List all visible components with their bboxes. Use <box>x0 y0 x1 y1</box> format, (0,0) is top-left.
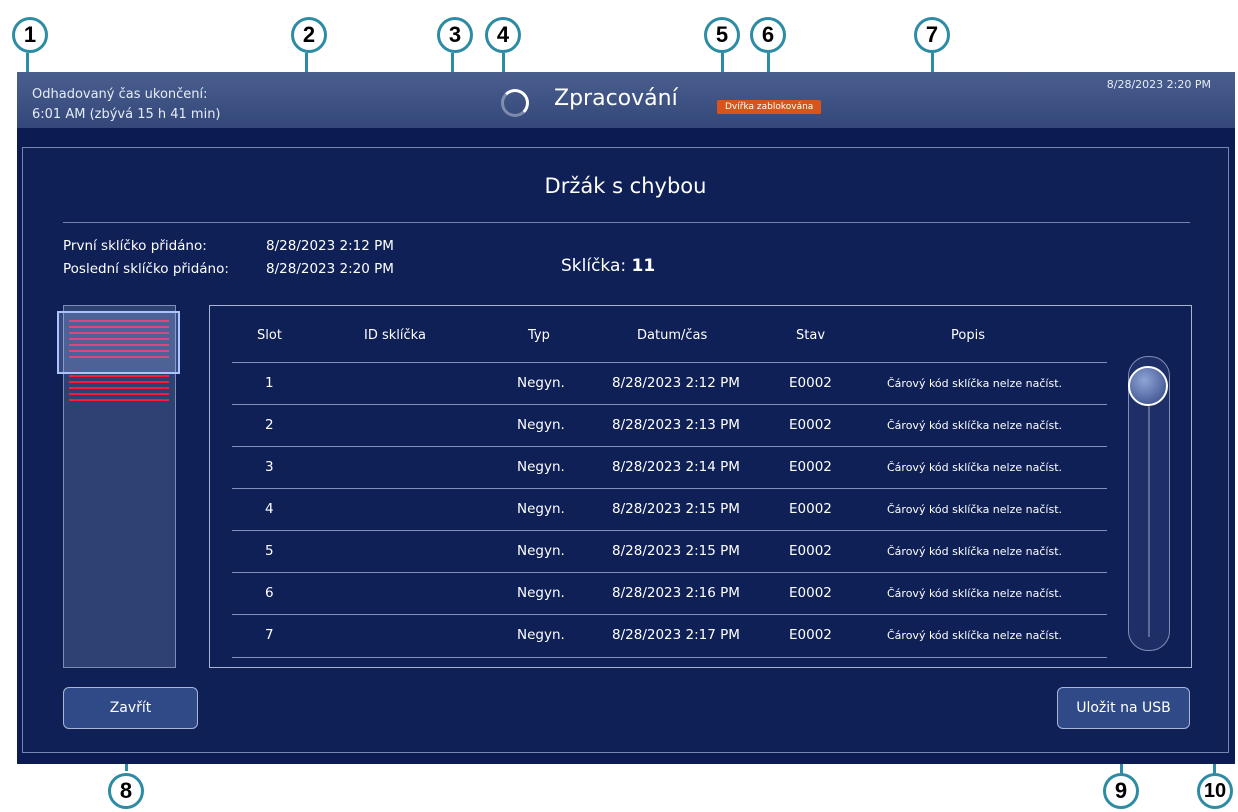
estimated-finish: Odhadovaný čas ukončení: 6:01 AM (zbývá … <box>32 85 221 125</box>
callout-marker-8: 8 <box>108 773 144 809</box>
callout-marker-1: 1 <box>12 17 48 53</box>
cell-slot: 7 <box>265 627 274 643</box>
column-header-slot: Slot <box>257 328 282 343</box>
cell-description: Čárový kód sklíčka nelze načíst. <box>887 461 1063 474</box>
cell-slot: 2 <box>265 417 274 433</box>
cell-type: Negyn. <box>517 375 565 391</box>
column-header-description: Popis <box>951 328 985 343</box>
callout-marker-5: 5 <box>704 17 740 53</box>
rack-visible-range-highlight <box>57 311 180 374</box>
cell-datetime: 8/28/2023 2:15 PM <box>612 543 740 559</box>
cell-description: Čárový kód sklíčka nelze načíst. <box>887 629 1063 642</box>
rack-error-dialog: Držák s chybou První sklíčko přidáno: 8/… <box>22 147 1229 753</box>
device-screen: Odhadovaný čas ukončení: 6:01 AM (zbývá … <box>17 72 1235 764</box>
table-row[interactable]: 6 Negyn. 8/28/2023 2:16 PM E0002 Čárový … <box>232 572 1107 615</box>
slide-count-label: Sklíčka: <box>561 256 627 276</box>
cell-description: Čárový kód sklíčka nelze načíst. <box>887 503 1063 516</box>
column-header-type: Typ <box>528 328 550 343</box>
scrollbar-groove <box>1148 401 1150 637</box>
save-to-usb-button[interactable]: Uložit na USB <box>1057 687 1190 729</box>
table-row[interactable]: 5 Negyn. 8/28/2023 2:15 PM E0002 Čárový … <box>232 530 1107 573</box>
table-row[interactable]: 3 Negyn. 8/28/2023 2:14 PM E0002 Čárový … <box>232 446 1107 489</box>
close-button[interactable]: Zavřít <box>63 687 198 729</box>
callout-marker-6: 6 <box>750 17 786 53</box>
rack-diagram[interactable] <box>57 305 180 668</box>
cell-description: Čárový kód sklíčka nelze načíst. <box>887 545 1063 558</box>
rack-slot <box>69 387 169 389</box>
rack-slot <box>69 393 169 395</box>
cell-slot: 1 <box>265 375 274 391</box>
cell-type: Negyn. <box>517 417 565 433</box>
column-header-slide-id: ID sklíčka <box>364 328 426 343</box>
column-header-status: Stav <box>796 328 826 343</box>
processing-spinner-icon <box>501 89 529 117</box>
cell-type: Negyn. <box>517 459 565 475</box>
callout-marker-7: 7 <box>914 17 950 53</box>
cell-description: Čárový kód sklíčka nelze načíst. <box>887 419 1063 432</box>
divider <box>63 222 1190 223</box>
cell-slot: 4 <box>265 501 274 517</box>
cell-datetime: 8/28/2023 2:16 PM <box>612 585 740 601</box>
slide-count: Sklíčka: 11 <box>561 256 655 276</box>
callout-marker-9: 9 <box>1103 773 1139 809</box>
table-row[interactable]: 2 Negyn. 8/28/2023 2:13 PM E0002 Čárový … <box>232 404 1107 447</box>
table-row[interactable]: 7 Negyn. 8/28/2023 2:17 PM E0002 Čárový … <box>232 614 1107 658</box>
slide-count-value: 11 <box>631 256 656 276</box>
rack-slot <box>69 399 169 401</box>
cell-status: E0002 <box>789 417 832 433</box>
rack-slot <box>69 375 169 377</box>
rack-slot <box>69 381 169 383</box>
cell-type: Negyn. <box>517 585 565 601</box>
callout-marker-2: 2 <box>291 17 327 53</box>
table-row[interactable]: 4 Negyn. 8/28/2023 2:15 PM E0002 Čárový … <box>232 488 1107 531</box>
cell-type: Negyn. <box>517 501 565 517</box>
cell-status: E0002 <box>789 585 832 601</box>
estimated-finish-label: Odhadovaný čas ukončení: <box>32 87 208 102</box>
first-slide-value: 8/28/2023 2:12 PM <box>266 238 394 254</box>
cell-slot: 3 <box>265 459 274 475</box>
callout-marker-4: 4 <box>485 17 521 53</box>
cell-status: E0002 <box>789 501 832 517</box>
cell-datetime: 8/28/2023 2:15 PM <box>612 501 740 517</box>
cell-datetime: 8/28/2023 2:17 PM <box>612 627 740 643</box>
error-slide-table: Slot ID sklíčka Typ Datum/čas Stav Popis… <box>209 305 1192 668</box>
cell-status: E0002 <box>789 459 832 475</box>
page-title: Zpracování <box>554 86 678 111</box>
cell-slot: 6 <box>265 585 274 601</box>
cell-datetime: 8/28/2023 2:12 PM <box>612 375 740 391</box>
cell-status: E0002 <box>789 375 832 391</box>
last-slide-label: Poslední sklíčko přidáno: <box>63 261 229 277</box>
callout-marker-3: 3 <box>437 17 473 53</box>
cell-datetime: 8/28/2023 2:13 PM <box>612 417 740 433</box>
status-bar: Odhadovaný čas ukončení: 6:01 AM (zbývá … <box>17 72 1235 128</box>
cell-slot: 5 <box>265 543 274 559</box>
column-header-datetime: Datum/čas <box>637 328 708 343</box>
dialog-title: Držák s chybou <box>544 174 707 198</box>
cell-description: Čárový kód sklíčka nelze načíst. <box>887 587 1063 600</box>
system-clock: 8/28/2023 2:20 PM <box>1106 78 1211 91</box>
last-slide-value: 8/28/2023 2:20 PM <box>266 261 394 277</box>
table-row[interactable]: 1 Negyn. 8/28/2023 2:12 PM E0002 Čárový … <box>232 362 1107 405</box>
first-slide-label: První sklíčko přidáno: <box>63 238 207 254</box>
callout-marker-10: 10 <box>1197 773 1233 809</box>
cell-datetime: 8/28/2023 2:14 PM <box>612 459 740 475</box>
cell-type: Negyn. <box>517 627 565 643</box>
cell-type: Negyn. <box>517 543 565 559</box>
scrollbar-thumb[interactable] <box>1128 366 1168 406</box>
cell-status: E0002 <box>789 543 832 559</box>
cell-description: Čárový kód sklíčka nelze načíst. <box>887 377 1063 390</box>
estimated-finish-value: 6:01 AM (zbývá 15 h 41 min) <box>32 107 221 122</box>
cell-status: E0002 <box>789 627 832 643</box>
door-status-badge: Dvířka zablokována <box>717 100 822 114</box>
